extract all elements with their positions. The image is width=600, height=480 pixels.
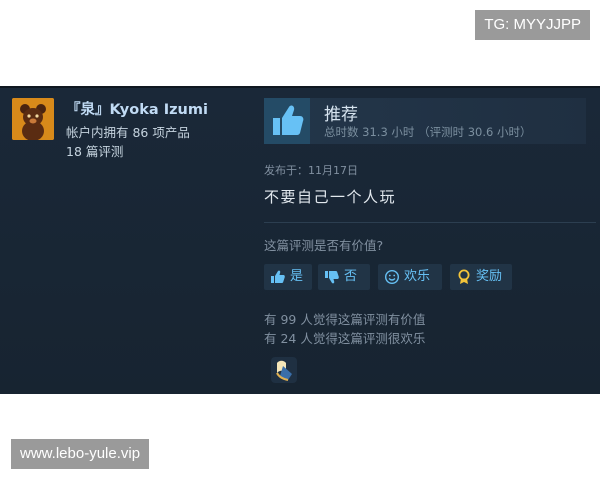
funny-count: 有 24 人觉得这篇评测很欢乐 — [264, 331, 426, 346]
vote-no-button[interactable]: 否 — [318, 264, 370, 290]
award-ribbon-icon — [458, 269, 470, 284]
thumbs-down-icon — [325, 271, 339, 284]
author-name[interactable]: 『泉』Kyoka Izumi — [66, 98, 208, 119]
divider — [264, 222, 596, 223]
bear-avatar-icon[interactable] — [12, 98, 54, 140]
posted-date: 发布于：11月17日 — [264, 164, 358, 177]
helpful-count: 有 99 人觉得这篇评测有价值 — [264, 312, 426, 327]
award-button[interactable]: 奖励 — [450, 264, 512, 290]
author-meta: 帐户内拥有 86 项产品 18 篇评测 — [66, 123, 190, 161]
award-label: 奖励 — [476, 269, 503, 284]
review-count[interactable]: 18 篇评测 — [66, 142, 190, 161]
products-owned[interactable]: 帐户内拥有 86 项产品 — [66, 123, 190, 142]
recommendation-header: 推荐 总时数 31.3 小时 （评测时 30.6 小时） — [264, 98, 586, 144]
thumbs-up-icon — [264, 98, 310, 144]
vote-funny-button[interactable]: 欢乐 — [378, 264, 442, 290]
thumbs-up-icon — [271, 270, 285, 283]
vote-funny-label: 欢乐 — [404, 269, 431, 284]
vote-no-label: 否 — [344, 269, 358, 284]
smiley-icon — [384, 269, 400, 285]
vote-yes-label: 是 — [290, 269, 304, 284]
award-badge-icon[interactable] — [268, 354, 300, 386]
watermark-bottom-left: www.lebo-yule.vip — [11, 439, 150, 469]
review-card: 『泉』Kyoka Izumi 帐户内拥有 86 项产品 18 篇评测 推荐 总时… — [0, 86, 600, 394]
vote-yes-button[interactable]: 是 — [264, 264, 312, 290]
helpful-question: 这篇评测是否有价值? — [264, 238, 384, 253]
recommendation-label: 推荐 — [324, 105, 358, 125]
watermark-top-right: TG: MYYJJPP — [475, 10, 590, 40]
playtime-hours: 总时数 31.3 小时 （评测时 30.6 小时） — [324, 125, 532, 139]
review-text: 不要自己一个人玩 — [264, 188, 397, 206]
